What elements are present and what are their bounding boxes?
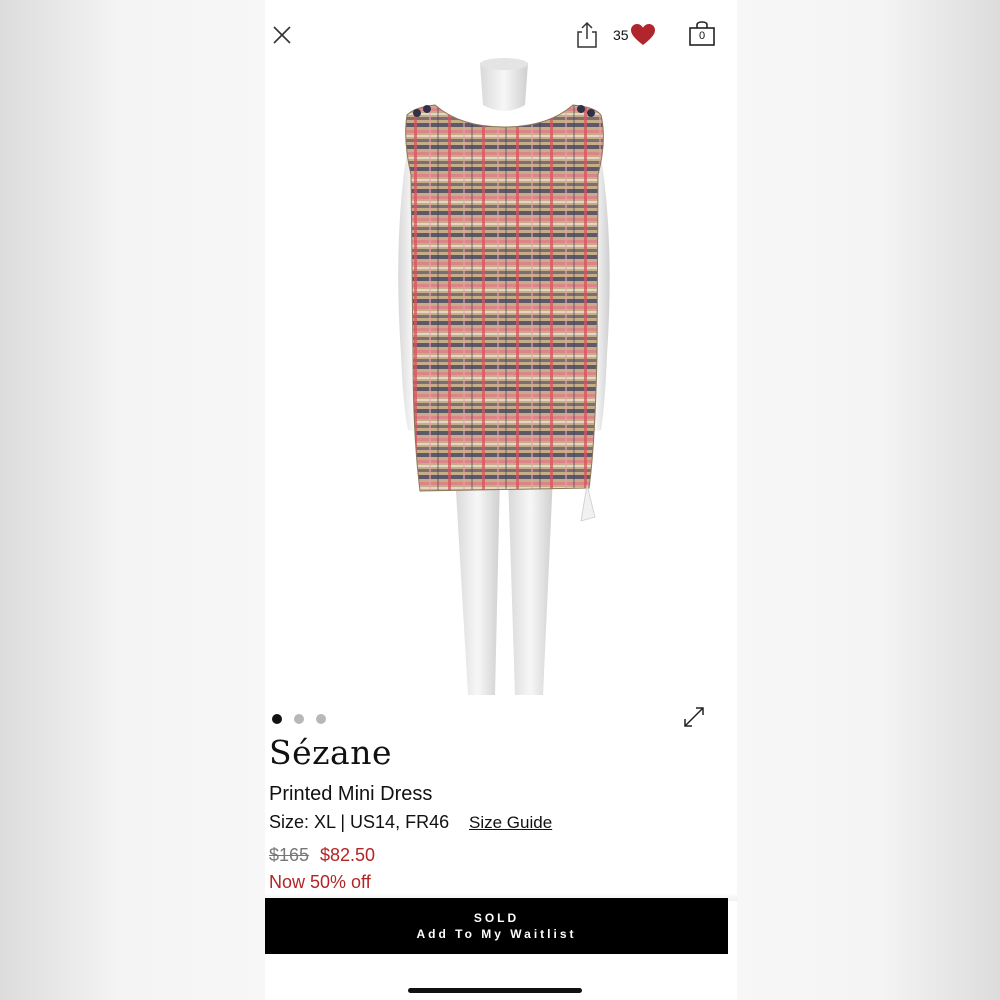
home-indicator[interactable] <box>408 988 582 993</box>
expand-icon <box>684 707 704 727</box>
expand-image-button[interactable] <box>682 705 706 729</box>
left-backdrop <box>0 0 265 1000</box>
size-guide-link[interactable]: Size Guide <box>469 813 552 833</box>
waitlist-label: Add To My Waitlist <box>416 927 577 941</box>
sold-label: SOLD <box>473 911 520 925</box>
pagination-dot[interactable] <box>272 714 282 724</box>
image-pagination <box>272 714 326 724</box>
share-button[interactable] <box>575 20 599 50</box>
product-screen: 35 0 Sézane Printed Mini Dress Size: XL … <box>265 0 737 1000</box>
bag-count: 0 <box>698 30 706 42</box>
right-backdrop <box>737 0 1000 1000</box>
brand-name[interactable]: Sézane <box>269 733 392 772</box>
add-to-waitlist-button[interactable]: SOLD Add To My Waitlist <box>265 898 728 954</box>
close-icon <box>273 26 291 44</box>
original-price: $165 <box>269 845 310 865</box>
sale-price: $82.50 <box>320 845 376 865</box>
pagination-dot[interactable] <box>316 714 326 724</box>
size-info: Size: XL | US14, FR46 <box>269 812 450 832</box>
pagination-dot[interactable] <box>294 714 304 724</box>
product-title: Printed Mini Dress <box>269 783 433 805</box>
share-icon <box>577 21 597 48</box>
shopping-bag-button[interactable]: 0 <box>688 21 716 47</box>
like-button[interactable]: 35 <box>613 22 656 48</box>
discount-label: Now 50% off <box>269 872 371 892</box>
product-image[interactable] <box>375 55 625 700</box>
heart-icon <box>630 24 655 45</box>
likes-count: 35 <box>613 27 629 43</box>
close-button[interactable] <box>271 24 293 46</box>
